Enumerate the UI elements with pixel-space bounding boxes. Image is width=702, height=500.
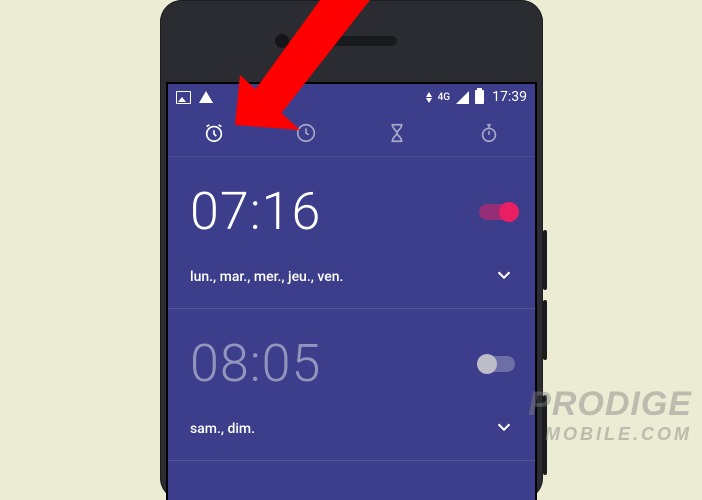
network-type-label: 4G	[438, 92, 451, 103]
alarm-toggle[interactable]	[479, 356, 515, 372]
alarm-item[interactable]: 07:16 lun., mar., mer., jeu., ven.	[168, 157, 535, 309]
alarm-time: 08:05	[190, 333, 321, 394]
stopwatch-icon	[478, 122, 500, 144]
tab-clock[interactable]	[286, 113, 326, 153]
signal-icon	[456, 91, 469, 104]
alarm-days: lun., mar., mer., jeu., ven.	[190, 269, 343, 285]
tab-alarm[interactable]	[194, 113, 234, 153]
hourglass-icon	[386, 122, 408, 144]
watermark-line2: MOBILE.COM	[528, 424, 692, 445]
battery-icon	[475, 90, 484, 104]
alarm-icon	[203, 122, 225, 144]
alarm-item[interactable]: 08:05 sam., dim.	[168, 309, 535, 461]
phone-sensor	[275, 34, 289, 48]
phone-speaker	[307, 36, 397, 46]
tab-bar	[168, 110, 535, 157]
chevron-down-icon	[493, 416, 515, 438]
tab-stopwatch[interactable]	[469, 113, 509, 153]
expand-alarm-button[interactable]	[493, 264, 515, 290]
watermark-line1: PRODIGE	[528, 385, 692, 424]
expand-alarm-button[interactable]	[493, 416, 515, 442]
phone-screen: ! 4G 17:39	[166, 82, 537, 500]
tab-timer[interactable]	[377, 113, 417, 153]
power-button	[543, 395, 547, 475]
warning-icon: !	[199, 91, 213, 103]
clock-icon	[295, 122, 317, 144]
chevron-down-icon	[493, 264, 515, 286]
data-sync-icon	[426, 92, 432, 103]
screenshot-notification-icon	[176, 91, 191, 104]
status-time: 17:39	[492, 89, 527, 105]
alarm-time: 07:16	[190, 181, 321, 242]
alarm-toggle[interactable]	[479, 204, 515, 220]
watermark: PRODIGE MOBILE.COM	[528, 385, 692, 445]
status-bar: ! 4G 17:39	[168, 84, 535, 110]
alarm-days: sam., dim.	[190, 421, 255, 437]
volume-up-button	[543, 230, 547, 290]
volume-down-button	[543, 300, 547, 360]
phone-frame: ! 4G 17:39	[160, 0, 543, 500]
phone-sensor	[298, 34, 312, 48]
